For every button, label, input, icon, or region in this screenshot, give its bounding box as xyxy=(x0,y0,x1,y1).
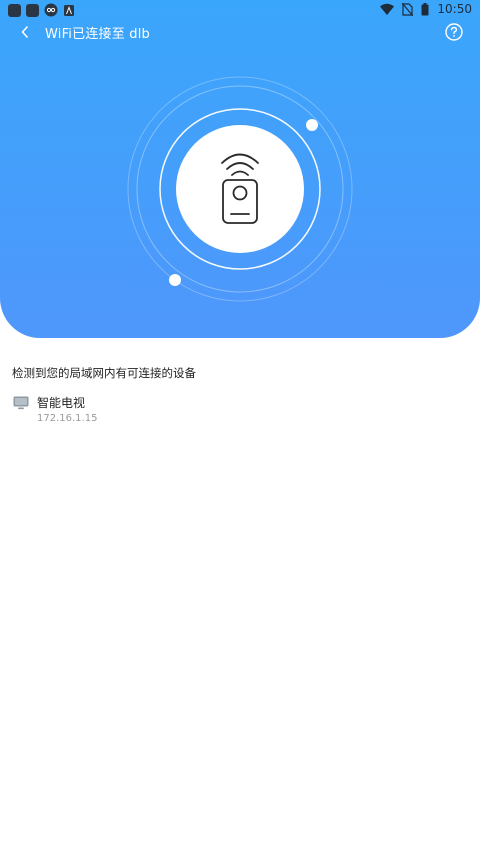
app-icon xyxy=(8,3,21,17)
hero-banner: 10:50 WiFi已连接至 dlb xyxy=(0,0,480,338)
orbit-dot xyxy=(306,119,318,131)
device-name: 智能电视 xyxy=(37,396,86,410)
page-title: WiFi已连接至 dlb xyxy=(45,27,150,42)
device-ip: 172.16.1.15 xyxy=(37,413,98,424)
system-icons: 10:50 xyxy=(380,2,472,16)
remote-scan-illustration xyxy=(127,76,353,302)
notification-icons xyxy=(8,3,75,17)
orbit-dot xyxy=(169,274,181,286)
cat-icon xyxy=(44,3,58,17)
device-list-item[interactable]: 智能电视 172.16.1.15 xyxy=(12,394,468,430)
title-bar: WiFi已连接至 dlb xyxy=(0,20,480,44)
help-circle-icon[interactable] xyxy=(444,22,464,42)
section-label: 检测到您的局域网内有可连接的设备 xyxy=(12,366,196,380)
app-icon xyxy=(26,3,39,17)
wifi-icon xyxy=(380,3,395,15)
chevron-left-icon xyxy=(21,26,28,38)
screen: 10:50 WiFi已连接至 dlb 检测到您的局域网内有可连接的设备 智能电视… xyxy=(0,0,480,854)
back-button[interactable] xyxy=(16,22,34,42)
tv-icon xyxy=(13,396,29,410)
no-sim-icon xyxy=(402,2,414,16)
clock: 10:50 xyxy=(437,2,472,16)
battery-icon xyxy=(421,2,429,15)
status-bar: 10:50 xyxy=(0,0,480,20)
a-icon xyxy=(64,4,74,16)
